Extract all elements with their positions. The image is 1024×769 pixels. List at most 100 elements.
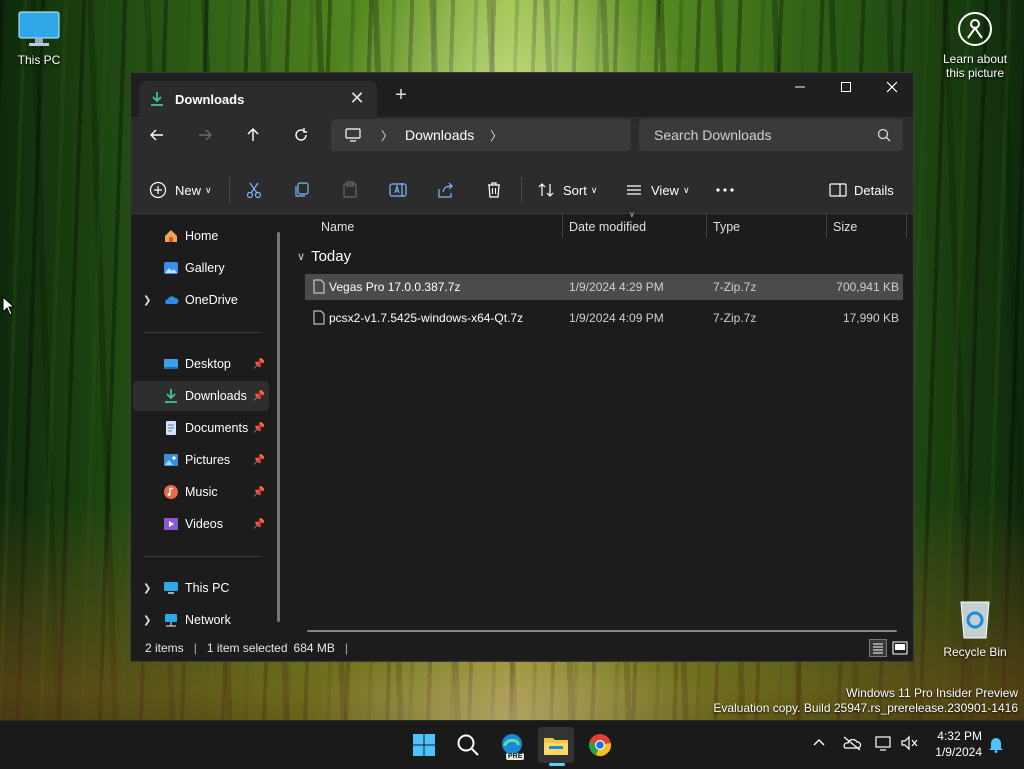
sort-indicator-icon: ∨: [629, 210, 635, 219]
sidebar-item-label: Pictures: [185, 453, 231, 467]
sidebar-item-pictures[interactable]: Pictures 📌: [133, 445, 269, 475]
maximize-button[interactable]: [823, 73, 869, 101]
copy-button[interactable]: [293, 175, 311, 205]
column-header-size[interactable]: Size: [833, 214, 857, 240]
arrow-left-icon: [150, 129, 163, 141]
new-button[interactable]: New ∨: [149, 175, 212, 205]
pin-icon[interactable]: 📌: [253, 391, 265, 402]
sidebar-item-onedrive[interactable]: ❯ OneDrive: [133, 285, 269, 315]
learn-label-line2: this picture: [945, 66, 1005, 80]
tab-downloads[interactable]: Downloads ✕: [139, 81, 377, 117]
delete-button[interactable]: [485, 175, 503, 205]
table-row[interactable]: Vegas Pro 17.0.0.387.7z 1/9/2024 4:29 PM…: [305, 274, 903, 300]
chevron-right-icon[interactable]: 〉: [490, 127, 502, 144]
file-name: pcsx2-v1.7.5425-windows-x64-Qt.7z: [329, 311, 524, 325]
pin-icon[interactable]: 📌: [253, 359, 265, 370]
pin-icon[interactable]: 📌: [253, 455, 265, 466]
column-divider[interactable]: [906, 214, 907, 238]
search-box[interactable]: Search Downloads: [639, 119, 903, 151]
column-header-type[interactable]: Type: [713, 214, 740, 240]
desktop-recycle-bin[interactable]: Recycle Bin: [940, 596, 1010, 659]
desktop-this-pc[interactable]: This PC: [10, 10, 68, 67]
chevron-right-icon[interactable]: ❯: [143, 615, 151, 626]
refresh-button[interactable]: [287, 119, 315, 151]
chevron-right-icon[interactable]: ❯: [143, 583, 151, 594]
start-button[interactable]: [406, 727, 442, 763]
close-tab-icon[interactable]: ✕: [345, 87, 369, 111]
horizontal-scrollbar[interactable]: [307, 630, 897, 632]
scissors-icon: [246, 182, 262, 199]
sidebar-item-documents[interactable]: Documents 📌: [133, 413, 269, 443]
column-divider[interactable]: [706, 214, 707, 238]
chrome-button[interactable]: [582, 727, 618, 763]
tiles-view-button[interactable]: [891, 639, 909, 657]
pictures-icon: [164, 454, 178, 466]
camera-info-icon: [958, 12, 992, 46]
gallery-icon: [164, 262, 178, 274]
trash-icon: [488, 182, 500, 198]
sidebar-item-downloads[interactable]: Downloads 📌: [133, 381, 269, 411]
more-options-button[interactable]: [715, 175, 735, 205]
table-row[interactable]: pcsx2-v1.7.5425-windows-x64-Qt.7z 1/9/20…: [305, 305, 903, 331]
status-separator: |: [193, 641, 197, 655]
volume-button[interactable]: [900, 735, 920, 756]
share-button[interactable]: [437, 175, 455, 205]
view-button[interactable]: View ∨: [625, 175, 690, 205]
sidebar-item-this-pc[interactable]: ❯ This PC: [133, 573, 269, 603]
close-window-button[interactable]: [869, 73, 915, 101]
copy-icon: [295, 182, 309, 197]
sidebar-item-gallery[interactable]: Gallery: [133, 253, 269, 283]
search-input[interactable]: Search Downloads: [654, 127, 877, 143]
recycle-bin-icon: [960, 601, 990, 639]
file-size: 700,941 KB: [836, 280, 899, 294]
chevron-up-icon: [813, 739, 825, 746]
chevron-down-icon[interactable]: ∨: [297, 250, 305, 263]
sidebar-scrollbar[interactable]: [277, 232, 280, 622]
pin-icon[interactable]: 📌: [253, 423, 265, 434]
new-tab-button[interactable]: +: [389, 84, 413, 108]
sidebar-item-home[interactable]: Home: [133, 221, 269, 251]
details-view-button[interactable]: [869, 639, 887, 657]
column-divider[interactable]: [826, 214, 827, 238]
address-bar[interactable]: 〉 Downloads 〉: [331, 119, 631, 151]
cut-button[interactable]: [245, 175, 263, 205]
column-divider[interactable]: [562, 214, 563, 238]
watermark-line1: Windows 11 Pro Insider Preview: [846, 686, 1018, 700]
column-label: Type: [713, 220, 741, 234]
sort-label: Sort: [563, 182, 587, 198]
paste-button[interactable]: [341, 175, 359, 205]
address-segment[interactable]: Downloads: [405, 127, 474, 143]
tiles-view-icon: [892, 641, 908, 655]
chevron-right-icon[interactable]: ❯: [143, 295, 151, 306]
column-header-name[interactable]: Name: [321, 214, 354, 240]
desktop-this-pc-label: This PC: [17, 53, 61, 67]
minimize-button[interactable]: [777, 73, 823, 101]
sidebar-item-music[interactable]: Music 📌: [133, 477, 269, 507]
network-status-button[interactable]: [874, 735, 894, 756]
onedrive-status-button[interactable]: [842, 735, 862, 756]
sort-button[interactable]: Sort ∨: [537, 175, 597, 205]
pin-icon[interactable]: 📌: [253, 487, 265, 498]
sidebar-item-desktop[interactable]: Desktop 📌: [133, 349, 269, 379]
pin-icon[interactable]: 📌: [253, 519, 265, 530]
sidebar-item-network[interactable]: ❯ Network: [133, 605, 269, 635]
details-pane-button[interactable]: Details: [829, 175, 894, 205]
clock[interactable]: 4:32 PM 1/9/2024: [930, 728, 982, 760]
taskbar-search-button[interactable]: [450, 727, 486, 763]
edge-preview-button[interactable]: PRE: [494, 727, 530, 763]
forward-button[interactable]: [191, 119, 219, 151]
new-button-label: New: [175, 182, 202, 198]
up-button[interactable]: [239, 119, 267, 151]
chevron-down-icon: ∨: [590, 184, 598, 195]
chevron-right-icon[interactable]: 〉: [381, 127, 393, 144]
show-hidden-icons-button[interactable]: [812, 735, 826, 754]
sidebar-divider: [143, 332, 261, 333]
rename-button[interactable]: [389, 175, 407, 205]
sidebar-item-videos[interactable]: Videos 📌: [133, 509, 269, 539]
file-explorer-button[interactable]: [538, 727, 574, 763]
group-header-today[interactable]: ∨ Today: [297, 248, 351, 265]
back-button[interactable]: [143, 119, 171, 151]
notifications-button[interactable]: [988, 735, 1004, 758]
toolbar-divider: [229, 177, 230, 203]
learn-about-picture[interactable]: Learn about this picture: [936, 12, 1014, 80]
